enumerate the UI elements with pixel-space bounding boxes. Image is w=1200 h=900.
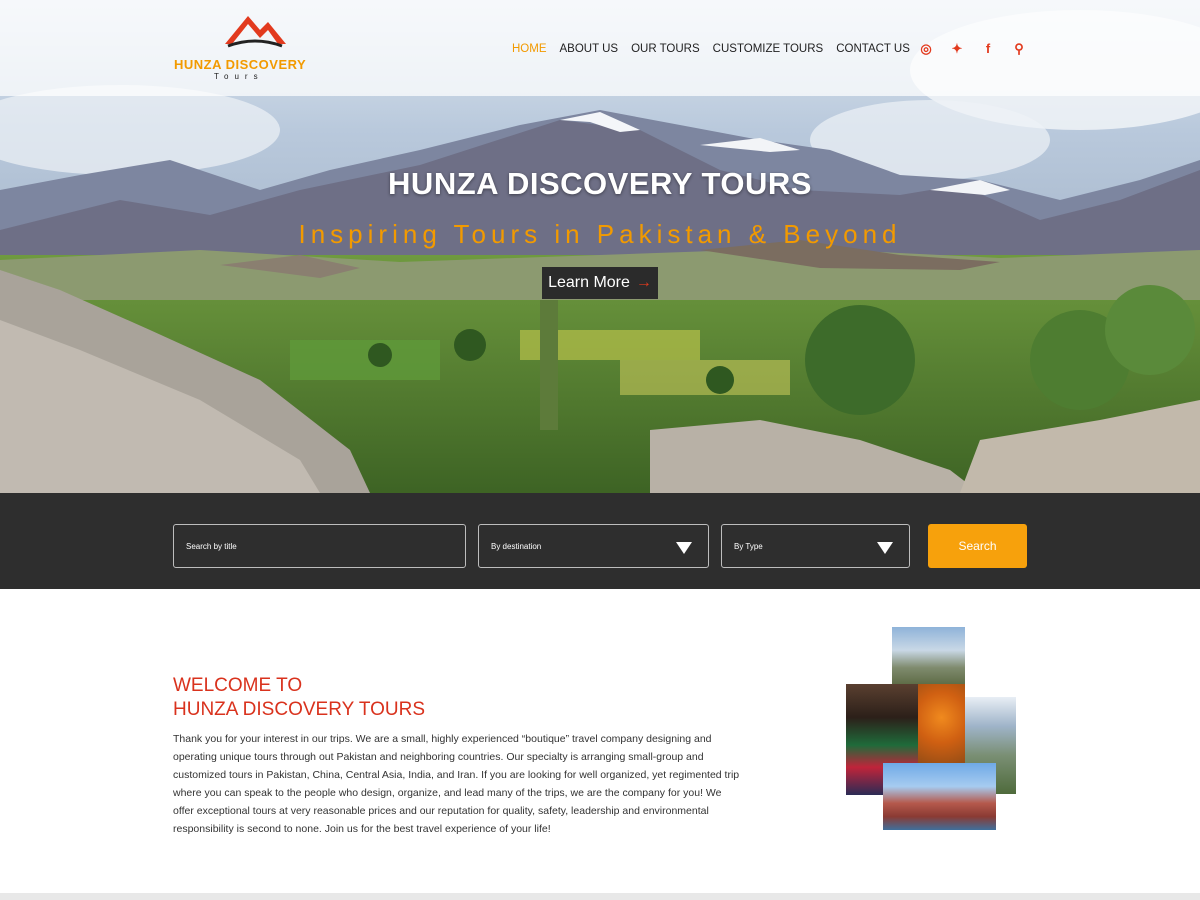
nav-contact-us[interactable]: CONTACT US	[836, 43, 910, 55]
hero-subtitle: Inspiring Tours in Pakistan & Beyond	[298, 219, 902, 249]
logo-brand-text: HUNZA DISCOVERY	[174, 57, 307, 72]
search-title-placeholder: Search by title	[186, 542, 237, 551]
welcome-heading-line2: HUNZA DISCOVERY TOURS	[173, 699, 425, 720]
collage-photo-mosque	[883, 763, 996, 830]
instagram-icon[interactable]: ◎	[918, 41, 934, 57]
footer-divider	[0, 893, 1200, 900]
search-icon[interactable]: ⚲	[1011, 41, 1027, 57]
nav-home[interactable]: HOME	[512, 43, 547, 55]
caret-down-icon	[676, 542, 692, 554]
search-button-label: Search	[958, 539, 997, 553]
nav-customize-tours[interactable]: CUSTOMIZE TOURS	[713, 43, 824, 55]
learn-more-label: Learn More	[548, 274, 630, 291]
type-placeholder: By Type	[734, 542, 763, 551]
main-nav: HOME ABOUT US OUR TOURS CUSTOMIZE TOURS …	[512, 43, 923, 55]
site-logo[interactable]: HUNZA DISCOVERY Tours	[172, 12, 332, 82]
hero-title: HUNZA DISCOVERY TOURS	[388, 166, 812, 201]
hero-banner: HUNZA DISCOVERY Tours HOME ABOUT US OUR …	[0, 0, 1200, 493]
destination-placeholder: By destination	[491, 542, 542, 551]
photo-collage	[846, 627, 1018, 831]
learn-more-button[interactable]: Learn More →	[542, 267, 658, 299]
tour-search-bar: Search by title By destination By Type S…	[0, 493, 1200, 589]
search-title-input[interactable]: Search by title	[173, 524, 466, 568]
destination-select[interactable]: By destination	[478, 524, 709, 568]
logo-sub-text: Tours	[214, 72, 264, 81]
nav-about-us[interactable]: ABOUT US	[560, 43, 619, 55]
collage-photo-autumn-tree	[918, 684, 965, 768]
nav-our-tours[interactable]: OUR TOURS	[631, 43, 700, 55]
search-button[interactable]: Search	[928, 524, 1027, 568]
arrow-right-icon: →	[635, 274, 652, 291]
facebook-icon[interactable]: f	[980, 41, 996, 57]
social-links: ◎ ✦ f ⚲	[918, 41, 1042, 57]
collage-photo-mountains	[892, 627, 965, 685]
type-select[interactable]: By Type	[721, 524, 910, 568]
mountain-logo-icon	[225, 16, 286, 48]
welcome-body: Thank you for your interest in our trips…	[173, 733, 740, 835]
welcome-heading: WELCOME TO HUNZA DISCOVERY TOURS	[173, 674, 425, 722]
twitter-icon[interactable]: ✦	[949, 41, 965, 57]
caret-down-icon	[877, 542, 893, 554]
welcome-heading-line1: WELCOME TO	[173, 675, 303, 696]
